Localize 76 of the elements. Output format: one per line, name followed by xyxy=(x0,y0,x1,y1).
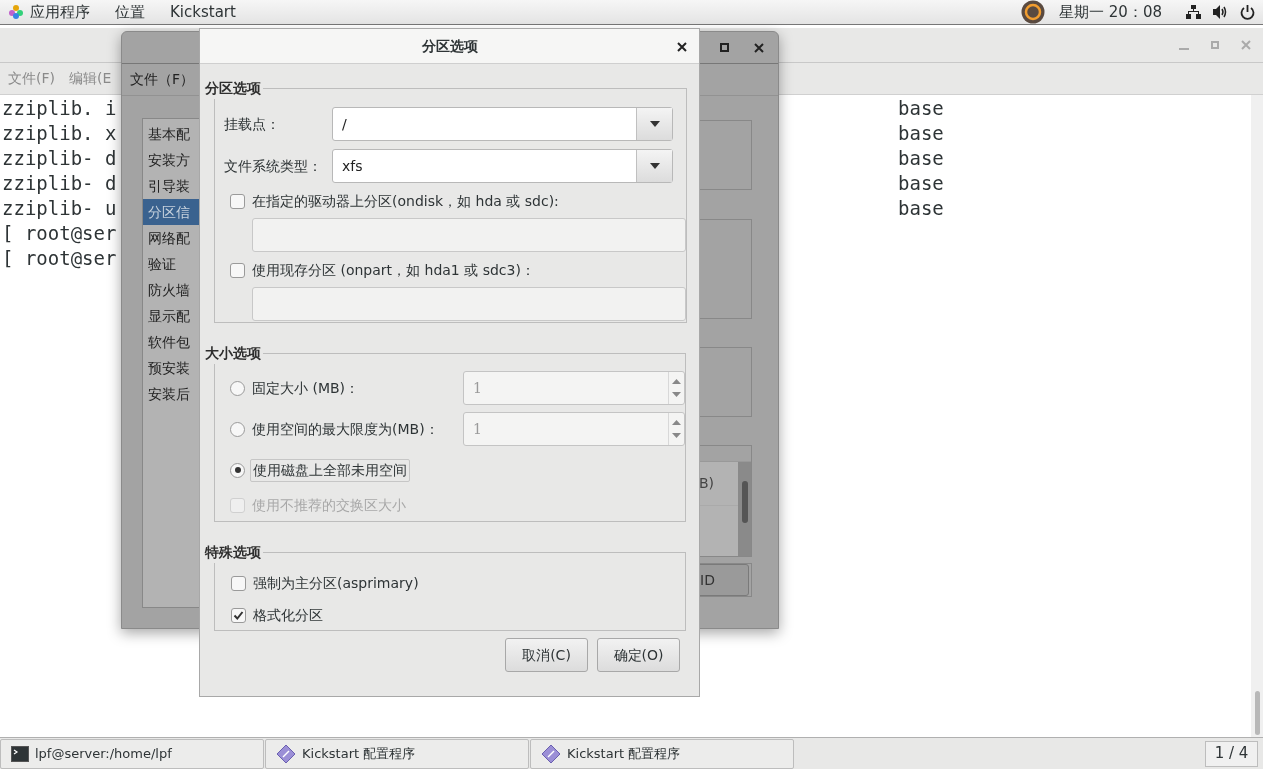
diamond-icon xyxy=(276,743,296,764)
group-title: 特殊选项 xyxy=(205,543,262,562)
spin-up-icon[interactable] xyxy=(672,379,681,384)
dialog-button[interactable]: 取消(C) xyxy=(505,638,588,672)
id-button[interactable]: ID xyxy=(699,564,749,596)
terminal-line: base xyxy=(898,196,944,221)
clock[interactable]: 星期一 20：08 xyxy=(1059,0,1162,24)
terminal-line: base xyxy=(898,146,944,171)
radio-label: 使用磁盘上全部未用空间 xyxy=(250,458,410,482)
spin-value: 1 xyxy=(472,419,483,439)
combo-box[interactable]: xfs xyxy=(332,149,673,183)
network-icon[interactable] xyxy=(1186,5,1201,19)
taskbar-label: Kickstart 配置程序 xyxy=(567,744,681,763)
group-title: 大小选项 xyxy=(205,344,262,363)
radio-label: 固定大小 (MB)： xyxy=(251,378,361,398)
checkbox[interactable] xyxy=(230,262,245,278)
input-field[interactable] xyxy=(252,287,686,321)
spin-up-icon[interactable] xyxy=(672,420,681,425)
terminal-line: [ root@ser xyxy=(2,221,117,246)
maximize-icon[interactable] xyxy=(720,43,729,52)
dropdown-button[interactable] xyxy=(636,150,672,182)
combo-value: / xyxy=(341,114,348,134)
dropdown-button[interactable] xyxy=(636,108,672,140)
group-title: 分区选项 xyxy=(205,79,262,98)
menu-item[interactable]: 文件（F） xyxy=(130,69,195,90)
checkbox-label: 强制为主分区(asprimary) xyxy=(253,573,419,593)
terminal-line: zziplib- u xyxy=(2,196,117,221)
workspace-indicator[interactable]: 1 / 4 xyxy=(1205,740,1258,767)
field-label: 挂载点： xyxy=(223,114,281,134)
combo-box[interactable]: / xyxy=(332,107,673,141)
terminal-line: base xyxy=(898,96,944,121)
close-icon[interactable] xyxy=(754,42,764,53)
terminal-line: zziplib. x xyxy=(2,121,117,146)
list-row: B) xyxy=(699,462,738,506)
diamond-icon xyxy=(541,743,561,764)
taskbar-label: lpf@server:/home/lpf xyxy=(35,744,172,763)
checkbox[interactable] xyxy=(230,193,245,209)
dialog-button[interactable]: 确定(O) xyxy=(597,638,680,672)
top-menu[interactable]: 应用程序 xyxy=(30,0,90,24)
taskbar-label: Kickstart 配置程序 xyxy=(302,744,416,763)
checkbox-label: 格式化分区 xyxy=(253,605,323,625)
combo-value: xfs xyxy=(341,156,364,176)
close-icon[interactable] xyxy=(677,42,687,52)
caret-down-icon xyxy=(649,163,660,169)
dialog-title: 分区选项 xyxy=(421,36,478,56)
terminal-line: base xyxy=(898,171,944,196)
radio-button[interactable] xyxy=(230,421,245,437)
checkbox[interactable] xyxy=(231,575,246,591)
terminal-line: zziplib. i xyxy=(2,96,117,121)
terminal-line: base xyxy=(898,121,944,146)
radio-label: 使用空间的最大限度为(MB)： xyxy=(251,419,440,439)
taskbar-item[interactable]: lpf@server:/home/lpf xyxy=(0,738,264,769)
top-menu[interactable]: 位置 xyxy=(115,0,145,24)
checkbox[interactable] xyxy=(231,607,246,623)
top-menu[interactable]: Kickstart xyxy=(170,0,236,24)
apps-icon[interactable] xyxy=(8,4,24,20)
volume-icon[interactable] xyxy=(1213,5,1228,19)
checkbox-label: 使用不推荐的交换区大小 xyxy=(252,495,406,515)
radio-button[interactable] xyxy=(230,462,245,478)
spin-value: 1 xyxy=(472,378,483,398)
radio-button[interactable] xyxy=(230,380,245,396)
checkbox-label: 使用现存分区 (onpart，如 hda1 或 sdc3)： xyxy=(252,260,535,280)
terminal-icon xyxy=(11,745,29,762)
taskbar-item[interactable]: Kickstart 配置程序 xyxy=(265,738,529,769)
caret-down-icon xyxy=(649,121,660,127)
terminal-line: zziplib- d xyxy=(2,171,117,196)
checkbox-label: 在指定的驱动器上分区(ondisk，如 hda 或 sdc): xyxy=(252,191,559,211)
terminal-line: [ root@ser xyxy=(2,246,117,271)
round-logo-icon[interactable] xyxy=(1021,0,1046,24)
spin-down-icon[interactable] xyxy=(672,392,681,397)
taskbar-item[interactable]: Kickstart 配置程序 xyxy=(530,738,794,769)
input-field[interactable] xyxy=(252,218,686,252)
terminal-line: zziplib- d xyxy=(2,146,117,171)
spin-down-icon[interactable] xyxy=(672,433,681,438)
field-label: 文件系统类型： xyxy=(223,156,323,176)
power-icon[interactable] xyxy=(1240,4,1255,20)
